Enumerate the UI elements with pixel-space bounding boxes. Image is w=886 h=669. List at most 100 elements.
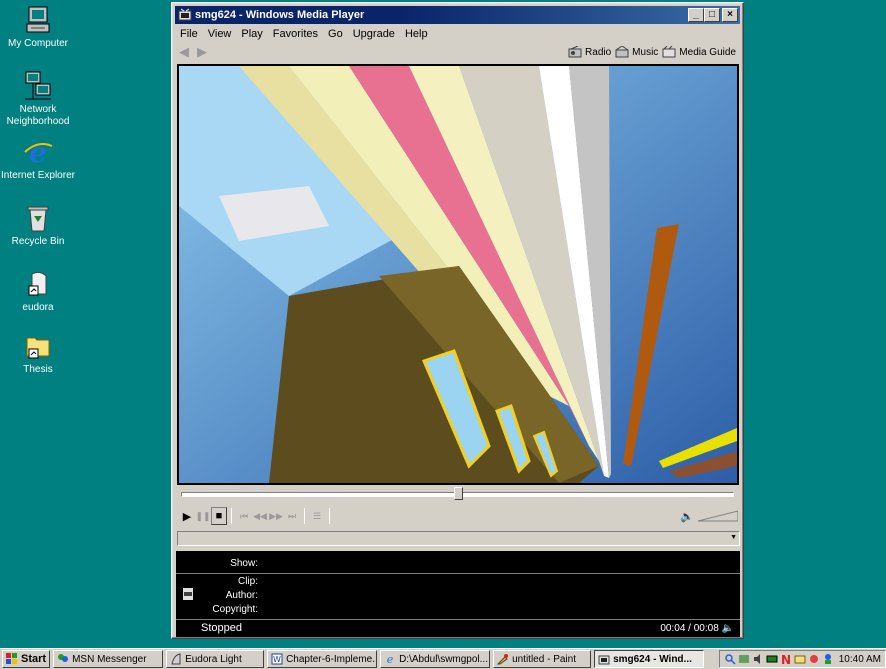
desktop-icon-label: Network Neighborhood: [6, 104, 70, 127]
menu-help[interactable]: Help: [400, 28, 433, 40]
radio-icon: [568, 46, 582, 58]
menu-favorites[interactable]: Favorites: [268, 28, 323, 40]
close-button[interactable]: ×: [722, 8, 738, 22]
time-text: 00:04 / 00:08: [660, 623, 719, 634]
media-guide-icon: [662, 46, 676, 58]
title-bar[interactable]: smg624 - Windows Media Player _ □ ×: [175, 6, 740, 24]
music-label: Music: [632, 46, 659, 58]
show-label: Show:: [230, 558, 258, 569]
chevron-down-icon[interactable]: ▼: [730, 534, 737, 541]
desktop-icon-network-neighborhood[interactable]: Network Neighborhood: [0, 70, 76, 128]
seek-thumb[interactable]: [453, 487, 463, 500]
previous-track-icon[interactable]: ⏮: [236, 507, 252, 525]
back-arrow-icon[interactable]: ◀: [175, 44, 193, 60]
desktop-icon-thesis[interactable]: Thesis: [0, 330, 76, 376]
desktop-icon-internet-explorer[interactable]: e Internet Explorer: [0, 136, 76, 182]
tray-norton-icon[interactable]: N: [780, 653, 792, 665]
tray-msn-icon[interactable]: [808, 653, 820, 665]
volume-control[interactable]: 🔈: [680, 510, 738, 523]
desktop-icon-label: Recycle Bin: [11, 236, 65, 247]
taskbar-label: Chapter-6-Impleme...: [286, 653, 378, 665]
clock[interactable]: 10:40 AM: [839, 654, 881, 665]
menu-play[interactable]: Play: [236, 28, 267, 40]
menu-upgrade[interactable]: Upgrade: [348, 28, 400, 40]
taskbar-eudora-light[interactable]: Eudora Light: [166, 650, 265, 668]
toolbar-separator: [304, 508, 305, 524]
folder-icon: [26, 337, 50, 359]
rewind-icon[interactable]: ◀◀: [252, 507, 268, 525]
pause-icon[interactable]: ❚❚: [195, 507, 211, 525]
start-label: Start: [21, 653, 47, 665]
next-track-icon[interactable]: ⏭: [284, 507, 300, 525]
music-icon: [615, 46, 629, 58]
author-label: Author:: [225, 590, 258, 601]
speaker-icon[interactable]: 🔈: [680, 510, 694, 523]
music-link[interactable]: Music: [615, 46, 658, 58]
desktop-icon-eudora[interactable]: eudora: [0, 268, 76, 314]
video-display[interactable]: [177, 64, 739, 485]
taskbar-label: untitled - Paint: [512, 653, 576, 665]
desktop-icon-label: eudora: [22, 302, 54, 313]
playback-status: Stopped: [201, 622, 242, 634]
media-player-icon: [178, 8, 192, 21]
taskbar-label: MSN Messenger: [72, 653, 147, 665]
volume-slider[interactable]: [698, 510, 738, 522]
menu-file[interactable]: File: [175, 28, 203, 40]
media-guide-label: Media Guide: [679, 46, 736, 58]
taskbar-paint[interactable]: untitled - Paint: [493, 650, 592, 668]
windows-logo-icon: [6, 653, 17, 664]
menu-go[interactable]: Go: [323, 28, 348, 40]
maximize-button[interactable]: □: [704, 8, 720, 22]
fast-forward-icon[interactable]: ▶▶: [268, 507, 284, 525]
caption-strip[interactable]: ▼: [177, 531, 740, 546]
taskbar-explorer-page[interactable]: e D:\Abdul\swmgpol...: [380, 650, 491, 668]
navigation-bar: ◀ ▶ Radio Music Media Guide: [175, 42, 740, 62]
svg-text:N: N: [781, 653, 791, 665]
tray-network-icon[interactable]: [738, 653, 750, 665]
system-tray: N 10:40 AM: [718, 650, 886, 668]
radio-label: Radio: [585, 46, 612, 58]
start-button[interactable]: Start: [2, 650, 51, 668]
menu-bar: File View Play Favorites Go Upgrade Help: [175, 25, 740, 42]
toolbar-separator: [329, 508, 330, 524]
stop-icon[interactable]: ■: [211, 507, 227, 525]
menu-view[interactable]: View: [203, 28, 237, 40]
clip-info-panel: Show: Clip: Author: Copyright: Stopped 0…: [176, 551, 740, 637]
taskbar-chapter-document[interactable]: W Chapter-6-Impleme...: [267, 650, 378, 668]
media-guide-link[interactable]: Media Guide: [662, 46, 736, 58]
ie-icon: e: [24, 136, 53, 168]
tray-mail-icon[interactable]: [794, 653, 806, 665]
info-divider: [176, 619, 740, 620]
tray-battery-icon[interactable]: [766, 653, 778, 665]
taskbar-media-player[interactable]: smg624 - Wind...: [594, 650, 705, 668]
info-divider: [176, 573, 740, 574]
tray-messenger-icon[interactable]: [822, 653, 834, 665]
eudora-light-icon: [171, 653, 181, 665]
ie-page-icon: e: [387, 653, 394, 665]
taskbar-label: D:\Abdul\swmgpol...: [399, 653, 488, 665]
clip-label: Clip:: [237, 576, 258, 587]
radio-link[interactable]: Radio: [568, 46, 611, 58]
svg-text:W: W: [273, 655, 281, 664]
play-icon[interactable]: ▶: [179, 507, 195, 525]
recycle-bin-icon: [27, 206, 49, 232]
speaker-muted-icon[interactable]: 🔈: [722, 623, 734, 634]
minimize-button[interactable]: _: [688, 8, 704, 22]
svg-text:e: e: [29, 136, 47, 168]
network-icon: [25, 71, 51, 100]
desktop-icon-my-computer[interactable]: My Computer: [0, 4, 76, 50]
taskbar-msn-messenger[interactable]: MSN Messenger: [53, 650, 164, 668]
msn-icon: [58, 654, 69, 662]
paint-icon: [497, 654, 509, 665]
desktop-icon-label: My Computer: [7, 38, 68, 49]
eudora-icon: [28, 271, 47, 296]
forward-arrow-icon[interactable]: ▶: [193, 44, 211, 60]
tray-speaker-icon[interactable]: [752, 653, 764, 665]
time-readout: 00:04 / 00:08 🔈: [660, 623, 734, 634]
desktop-icon-recycle-bin[interactable]: Recycle Bin: [0, 202, 76, 248]
tray-search-icon[interactable]: [724, 653, 736, 665]
video-frame: [179, 66, 737, 483]
media-player-icon: [598, 655, 610, 665]
playlist-icon[interactable]: ☰: [309, 507, 325, 525]
copyright-label: Copyright:: [212, 604, 258, 615]
